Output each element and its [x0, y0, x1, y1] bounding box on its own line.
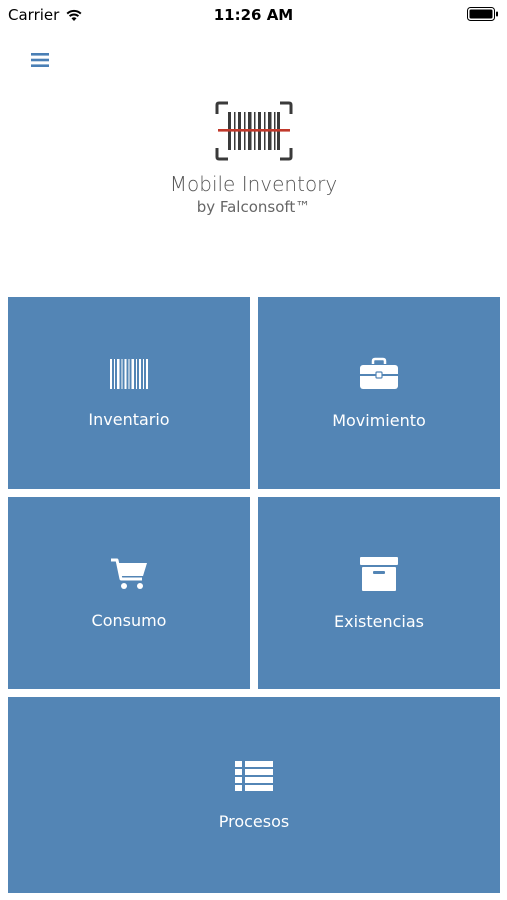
status-bar: Carrier 11:26 AM [0, 0, 507, 30]
procesos-tile[interactable]: Procesos [8, 697, 500, 893]
inventario-tile[interactable]: Inventario [8, 297, 250, 489]
barcode-scanner-icon [215, 101, 292, 161]
inventario-label: Inventario [88, 409, 170, 429]
movimiento-label: Movimiento [332, 410, 426, 430]
app-subtitle: by Falconsoft™ [196, 198, 311, 216]
status-time: 11:26 AM [213, 6, 294, 24]
app-logo: Mobile Inventory by Falconsoft™ [0, 100, 507, 216]
movimiento-tile[interactable]: Movimiento [258, 297, 500, 489]
app-title: Mobile Inventory [169, 172, 338, 196]
barcode-icon [110, 358, 148, 389]
hamburger-menu-icon [31, 53, 49, 67]
list-icon [235, 760, 273, 791]
procesos-label: Procesos [218, 811, 290, 831]
existencias-label: Existencias [334, 611, 424, 631]
battery-icon [467, 7, 498, 21]
menu-button[interactable] [28, 50, 52, 70]
archive-box-icon [360, 556, 398, 591]
existencias-tile[interactable]: Existencias [258, 497, 500, 689]
consumo-tile[interactable]: Consumo [8, 497, 250, 689]
consumo-label: Consumo [91, 610, 167, 630]
briefcase-icon [360, 357, 398, 389]
shopping-cart-icon [111, 558, 147, 589]
